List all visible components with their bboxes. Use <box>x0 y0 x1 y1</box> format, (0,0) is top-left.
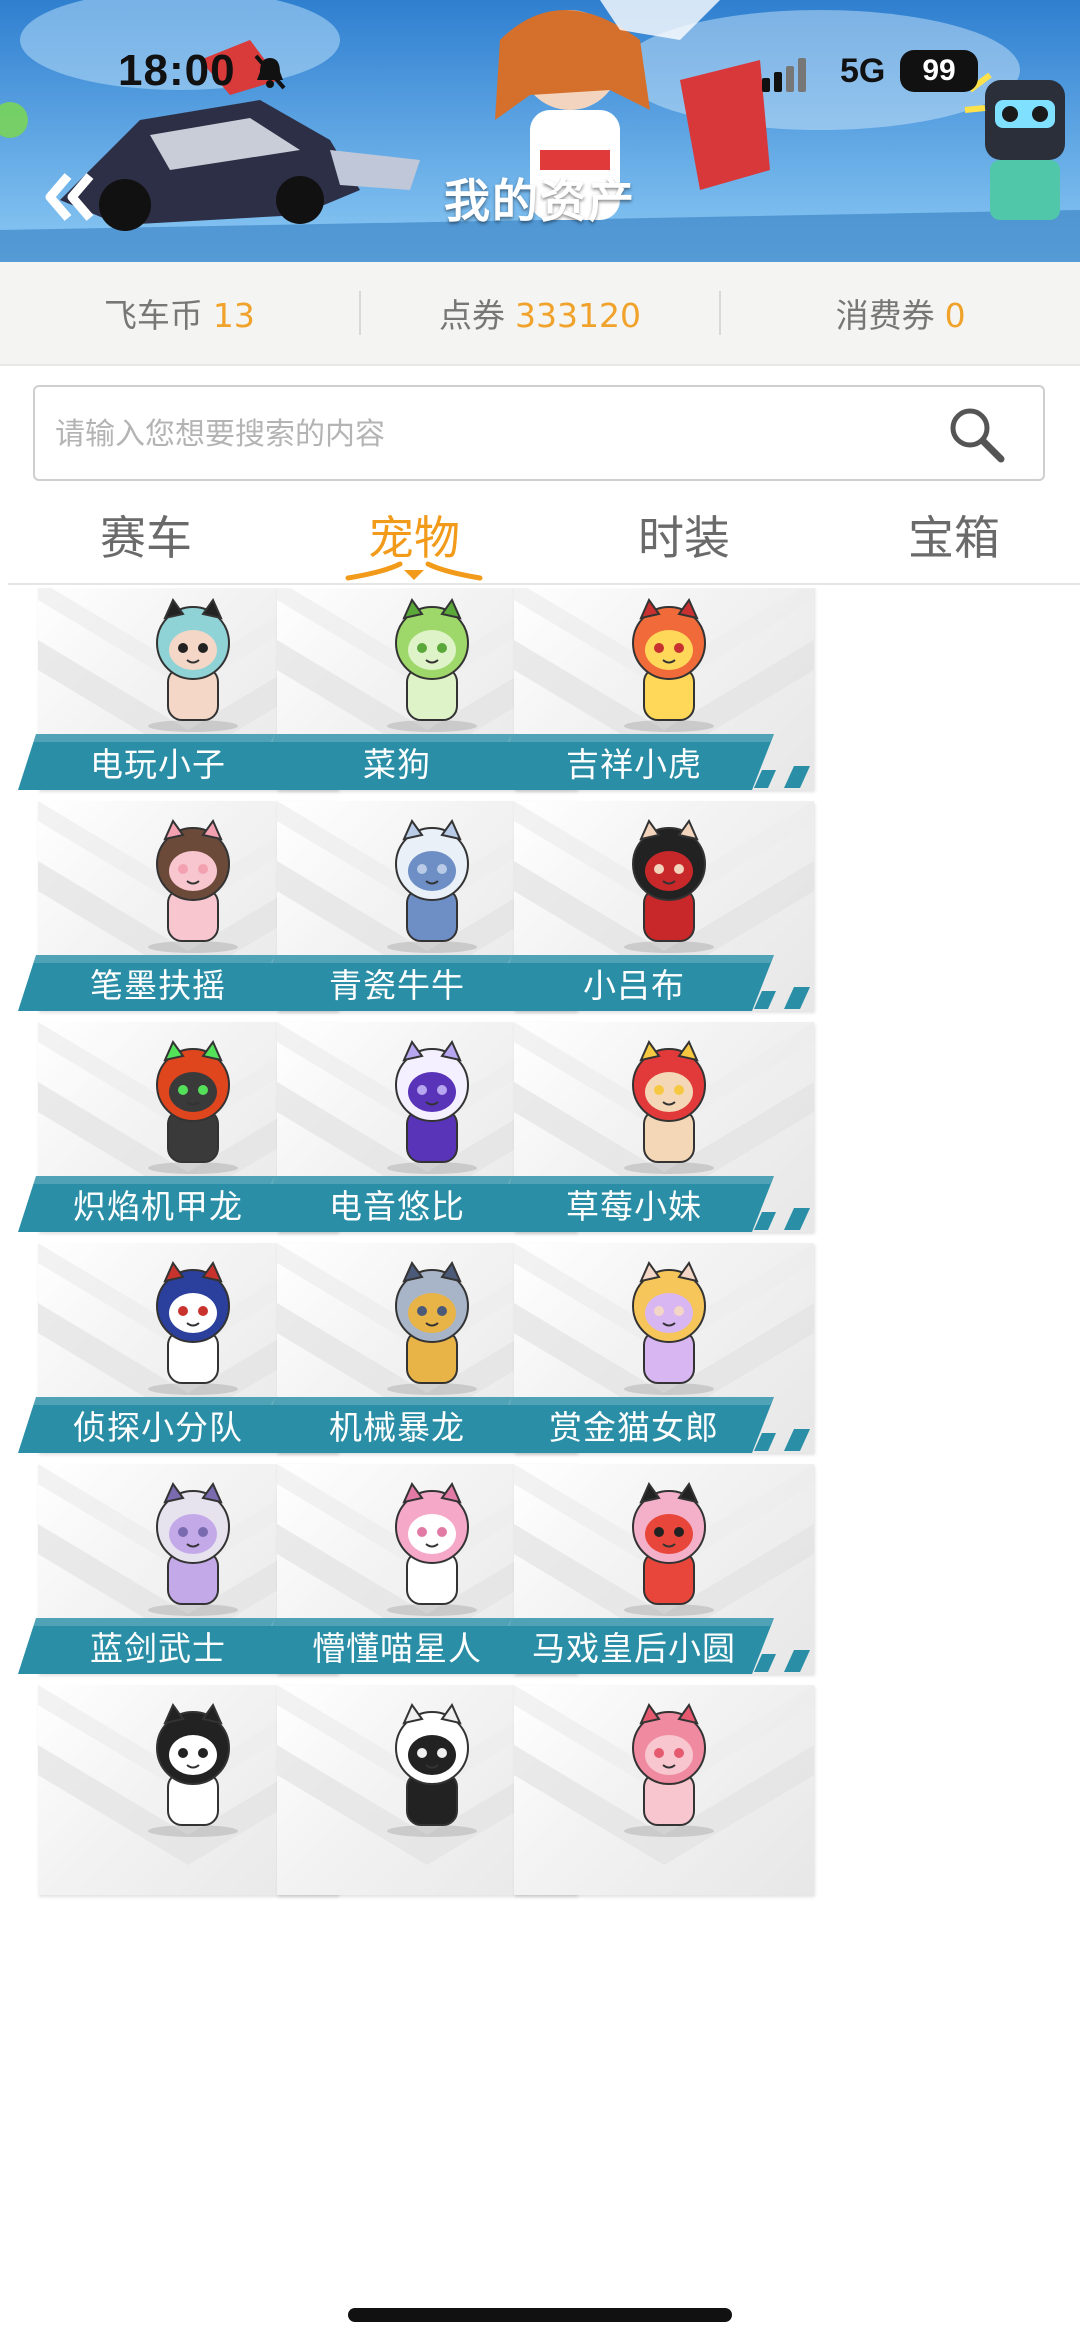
little-lubu-icon <box>624 818 714 953</box>
cabbage-dog-icon <box>387 597 477 732</box>
confused-cat-icon <box>387 1481 477 1616</box>
currency-label: 飞车币 <box>103 296 203 335</box>
circus-queen-icon <box>624 1481 714 1616</box>
pet-grid: 电玩小子 菜狗 吉祥小虎笔墨扶摇 青瓷牛牛 小吕布炽焰机甲龙 电音悠比 草莓小妹侦探小分队 机… <box>0 588 1080 2255</box>
currency-points: 点券 333120 <box>361 289 720 337</box>
network-label: 5G <box>840 52 886 90</box>
panda-cub-icon <box>387 1702 477 1837</box>
currency-amount: 0 <box>944 296 966 335</box>
pink-bun-icon <box>624 1702 714 1837</box>
pet-name: 侦探小分队 <box>73 1408 243 1447</box>
detective-squad-icon <box>148 1260 238 1395</box>
pet-name: 电音悠比 <box>329 1187 465 1226</box>
pet-name: 吉祥小虎 <box>566 745 702 784</box>
ink-girl-icon <box>148 818 238 953</box>
pet-card[interactable]: 吉祥小虎 <box>494 588 829 804</box>
porcelain-ox-icon <box>387 818 477 953</box>
pet-card[interactable]: 赏金猫女郎 <box>494 1243 829 1467</box>
active-tab-indicator <box>345 561 483 581</box>
search-input[interactable] <box>55 407 915 461</box>
electro-yoobi-icon <box>387 1039 477 1174</box>
bounty-cat-girl-icon <box>624 1260 714 1395</box>
bell-muted-icon <box>254 54 286 90</box>
pet-name: 青瓷牛牛 <box>329 966 465 1005</box>
pet-name: 小吕布 <box>583 966 685 1005</box>
panda-bear-icon <box>148 1702 238 1837</box>
search-box <box>33 385 1045 481</box>
flame-mech-dragon-icon <box>148 1039 238 1174</box>
strawberry-girl-icon <box>624 1039 714 1174</box>
pet-name: 电玩小子 <box>90 745 226 784</box>
currency-label: 消费券 <box>835 296 935 335</box>
header-banner: 18:00 5G 99 我的资产 <box>0 0 1080 262</box>
lucky-tiger-icon <box>624 597 714 732</box>
pet-name: 菜狗 <box>363 745 431 784</box>
search-icon[interactable] <box>945 403 1007 465</box>
pet-card[interactable]: 草莓小妹 <box>494 1022 829 1246</box>
home-indicator <box>348 2308 732 2322</box>
pet-card[interactable]: 马戏皇后小圆 <box>494 1464 829 1688</box>
tab-cars[interactable]: 赛车 <box>56 502 236 568</box>
mech-trex-icon <box>387 1260 477 1395</box>
tab-chests[interactable]: 宝箱 <box>864 502 1044 568</box>
tab-pets[interactable]: 宠物 <box>324 502 504 568</box>
pet-card[interactable] <box>494 1685 829 1909</box>
pet-name: 赏金猫女郎 <box>549 1408 719 1447</box>
currency-racing-coins: 飞车币 13 <box>0 289 359 337</box>
pet-name: 蓝剑武士 <box>90 1629 226 1668</box>
pet-name: 炽焰机甲龙 <box>73 1187 243 1226</box>
signal-icon <box>762 58 806 92</box>
page-title: 我的资产 <box>444 174 636 228</box>
status-time: 18:00 <box>118 46 236 95</box>
status-bar: 18:00 5G 99 <box>0 40 1080 110</box>
currency-amount: 13 <box>212 296 255 335</box>
gamer-boy-icon <box>148 597 238 732</box>
pet-name: 草莓小妹 <box>566 1187 702 1226</box>
currency-vouchers: 消费券 0 <box>721 289 1080 337</box>
currency-bar: 飞车币 13 点券 333120 消费券 0 <box>0 262 1080 366</box>
pet-name: 马戏皇后小圆 <box>532 1629 736 1668</box>
pet-name: 笔墨扶摇 <box>90 966 226 1005</box>
battery-badge: 99 <box>900 50 978 92</box>
category-tabs: 赛车 宠物 时装 宝箱 <box>8 490 1080 585</box>
blue-sword-warrior-icon <box>148 1481 238 1616</box>
pet-card[interactable]: 小吕布 <box>494 801 829 1025</box>
pet-name: 机械暴龙 <box>329 1408 465 1447</box>
tab-fashion[interactable]: 时装 <box>594 502 774 568</box>
pet-name: 懵懂喵星人 <box>312 1629 482 1668</box>
currency-label: 点券 <box>439 296 506 335</box>
currency-amount: 333120 <box>515 296 641 335</box>
